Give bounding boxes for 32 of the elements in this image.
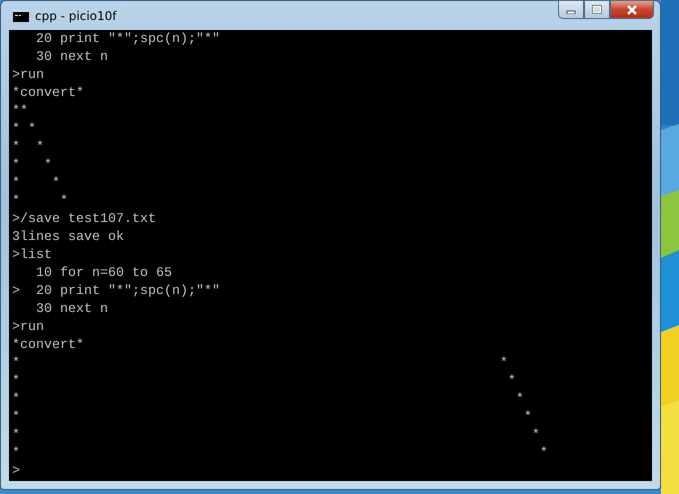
console-line: *convert* bbox=[12, 85, 84, 103]
console-line: 20 print "*";spc(n);"*" bbox=[34, 31, 220, 49]
console-line: >/save test107.txt bbox=[12, 211, 156, 229]
console-line: > bbox=[12, 463, 20, 481]
console-line: * * bbox=[12, 427, 540, 445]
console-line: * * bbox=[12, 391, 524, 409]
console-line: * * bbox=[12, 409, 532, 427]
minimize-button[interactable] bbox=[558, 0, 584, 19]
console-line: > 20 print "*";spc(n);"*" bbox=[12, 283, 220, 301]
maximize-button[interactable] bbox=[584, 0, 610, 19]
console-line: >run bbox=[12, 319, 44, 337]
console-line: >run bbox=[12, 67, 44, 85]
console-line: >list bbox=[12, 247, 52, 265]
console-line: * * bbox=[12, 139, 44, 157]
console-line: 3lines save ok bbox=[12, 229, 124, 247]
console-line: * * bbox=[12, 355, 508, 373]
console-line: * * bbox=[12, 157, 52, 175]
maximize-icon bbox=[592, 5, 602, 14]
close-button[interactable] bbox=[610, 0, 654, 19]
window-title: cpp - picio10f bbox=[35, 8, 117, 22]
close-icon bbox=[626, 4, 638, 14]
console-line: *convert* bbox=[12, 337, 84, 355]
console-line: * * bbox=[12, 121, 36, 139]
console-line: 30 next n bbox=[34, 301, 108, 319]
console-line: * * bbox=[12, 445, 548, 463]
console-line: 10 for n=60 to 65 bbox=[34, 265, 172, 283]
console-line: * * bbox=[12, 373, 516, 391]
console-line: 30 next n bbox=[34, 49, 108, 67]
console-line: * * bbox=[12, 175, 60, 193]
console-line: * * bbox=[12, 193, 68, 211]
console-line: ** bbox=[12, 103, 28, 121]
console-icon bbox=[13, 10, 29, 22]
